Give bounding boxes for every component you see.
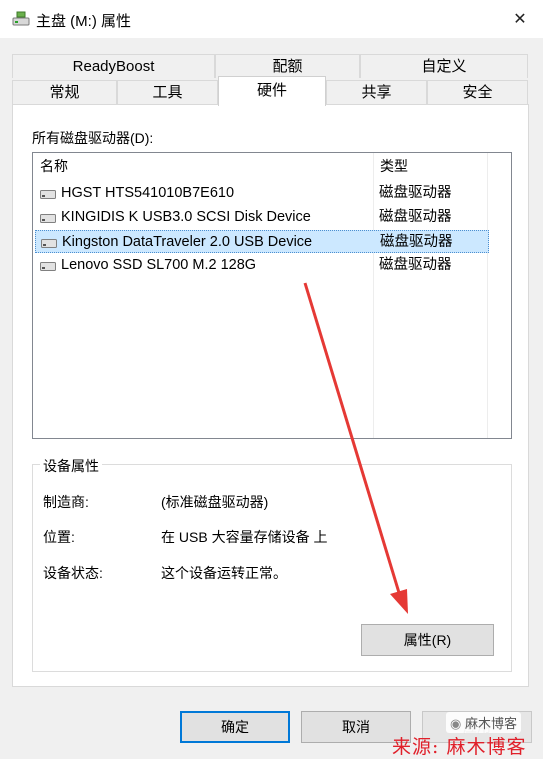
tab-hardware[interactable]: 硬件 <box>218 76 326 106</box>
wechat-icon: ◉ <box>450 716 462 731</box>
annotation-arrow <box>303 282 408 614</box>
wechat-badge: ◉ 麻木博客 <box>446 712 521 733</box>
wechat-badge-text: 麻木博客 <box>464 716 517 731</box>
